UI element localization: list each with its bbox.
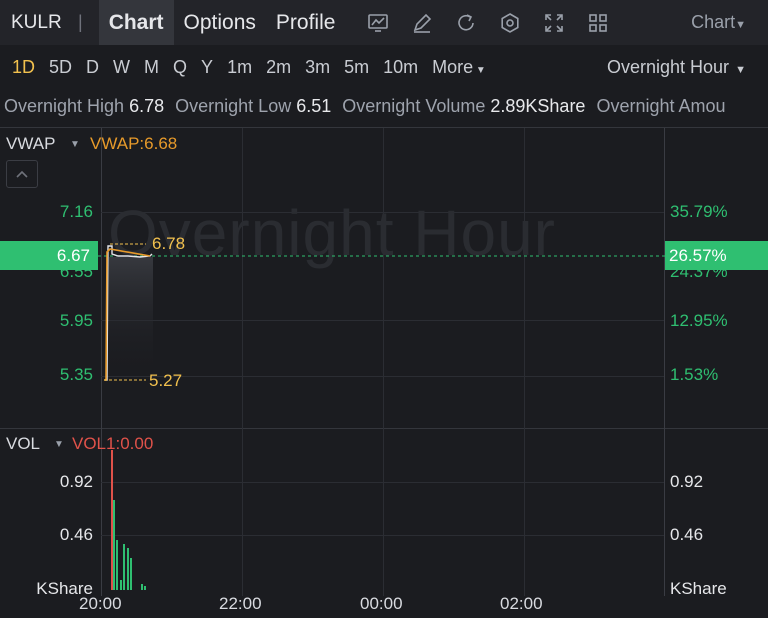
- high-annotation: 6.78: [152, 234, 186, 253]
- price-chart: [98, 243, 665, 381]
- volume-chart: [111, 450, 146, 590]
- time-axis-label: 20:00: [79, 594, 122, 613]
- top-bar: KULR | Chart Options Profile Chart▼: [0, 0, 768, 45]
- period-5m[interactable]: 5m: [337, 57, 376, 78]
- volume-value: 2.89KShare: [490, 96, 586, 116]
- session-label: Overnight Hour: [606, 56, 729, 77]
- time-axis-label: 00:00: [360, 594, 403, 613]
- separator: |: [78, 12, 83, 32]
- high-label: Overnight High: [4, 96, 125, 116]
- volume-label: Overnight Volume: [342, 96, 486, 116]
- chart-dropdown[interactable]: Chart▼: [691, 12, 746, 33]
- time-axis-label: 22:00: [219, 594, 262, 613]
- layout-grid-icon[interactable]: [587, 12, 609, 34]
- period-1d[interactable]: 1D: [5, 57, 42, 78]
- period-m[interactable]: M: [137, 57, 166, 78]
- low-annotation: 5.27: [149, 371, 183, 390]
- period-more[interactable]: More ▼: [425, 57, 493, 78]
- period-10m[interactable]: 10m: [376, 57, 425, 78]
- chart-dropdown-label: Chart: [691, 12, 736, 32]
- chart-type-icon[interactable]: [367, 12, 389, 34]
- chevron-down-icon: ▼: [729, 63, 746, 76]
- session-dropdown[interactable]: Overnight Hour ▼: [607, 57, 746, 78]
- tab-chart[interactable]: Chart: [98, 0, 174, 45]
- period-d[interactable]: D: [79, 57, 106, 78]
- chevron-down-icon: ▼: [473, 64, 486, 76]
- price-area-fill: [109, 257, 153, 377]
- period-y[interactable]: Y: [194, 57, 220, 78]
- period-q[interactable]: Q: [166, 57, 194, 78]
- current-price-badge: 6.67: [0, 241, 98, 270]
- high-value: 6.78: [129, 96, 165, 116]
- fullscreen-icon[interactable]: [543, 12, 565, 34]
- period-3m[interactable]: 3m: [298, 57, 337, 78]
- stats-bar: Overnight High 6.78 Overnight Low 6.51 O…: [4, 96, 726, 117]
- amount-label: Overnight Amou: [596, 96, 726, 116]
- period-more-label: More: [432, 56, 474, 77]
- tab-profile[interactable]: Profile: [266, 0, 346, 45]
- ticker-symbol[interactable]: KULR: [11, 12, 75, 34]
- chevron-down-icon: ▼: [735, 19, 746, 31]
- period-5d[interactable]: 5D: [42, 57, 79, 78]
- current-percent-badge: 26.57%: [665, 241, 768, 270]
- draw-icon[interactable]: [411, 12, 433, 34]
- low-value: 6.51: [296, 96, 332, 116]
- period-w[interactable]: W: [106, 57, 137, 78]
- settings-icon[interactable]: [499, 12, 521, 34]
- period-1m[interactable]: 1m: [220, 57, 259, 78]
- period-bar: 1D 5D D W M Q Y 1m 2m 3m 5m 10m More ▼ O…: [0, 45, 768, 89]
- refresh-icon[interactable]: [455, 12, 477, 34]
- period-2m[interactable]: 2m: [259, 57, 298, 78]
- time-axis-label: 02:00: [500, 594, 543, 613]
- tab-options[interactable]: Options: [174, 0, 266, 45]
- low-label: Overnight Low: [175, 96, 292, 116]
